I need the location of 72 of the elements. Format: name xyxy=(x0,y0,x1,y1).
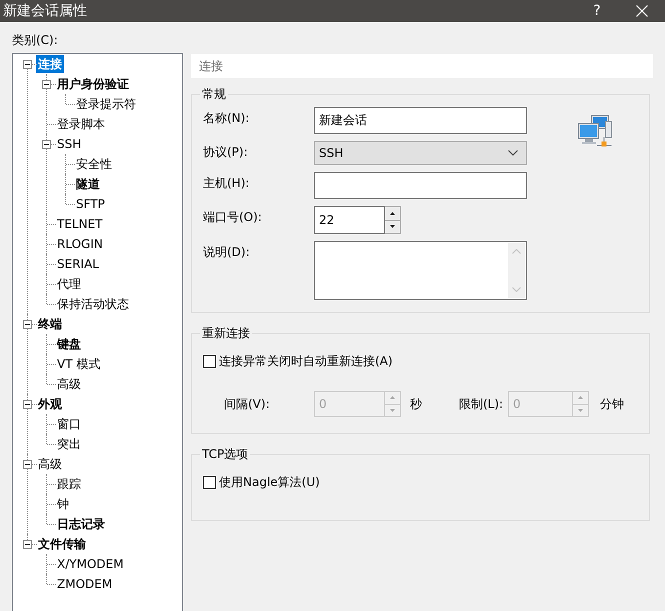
unit-label: 秒 xyxy=(410,396,422,412)
description-field[interactable] xyxy=(314,241,527,300)
tree-item[interactable]: TELNET xyxy=(55,215,104,233)
checkbox[interactable] xyxy=(203,476,216,488)
chevron-down-icon xyxy=(512,287,521,292)
checkbox-label: 连接异常关闭时自动重新连接(A) xyxy=(219,353,393,369)
minus-box-icon[interactable] xyxy=(42,80,51,88)
tree-item[interactable]: 登录提示符 xyxy=(74,95,138,113)
networked-computers-icon xyxy=(578,115,612,148)
window-title: 新建会话属性 xyxy=(3,2,88,21)
field-label: 说明(D): xyxy=(203,244,251,260)
up-triangle-icon xyxy=(390,396,395,400)
minus-box-icon[interactable] xyxy=(42,140,51,148)
unit-label: 分钟 xyxy=(600,396,624,412)
protocol-dropdown[interactable]: SSH xyxy=(314,141,527,165)
field-label: 间隔(V): xyxy=(224,396,271,412)
tree-item[interactable]: 隧道 xyxy=(74,175,102,193)
checkbox[interactable] xyxy=(203,354,216,368)
category-label: 类别(C): xyxy=(12,32,58,49)
tree-item[interactable]: SSH xyxy=(55,135,84,153)
tree-item[interactable]: 终端 xyxy=(36,315,64,333)
field-label: 主机(H): xyxy=(203,175,250,191)
tree-item[interactable]: 日志记录 xyxy=(55,515,107,533)
tree-item[interactable]: 登录脚本 xyxy=(55,115,107,133)
tree-item[interactable]: SFTP xyxy=(74,195,107,213)
text-field[interactable]: 新建会话 xyxy=(314,107,527,134)
tree-item[interactable]: 保持活动状态 xyxy=(55,295,131,313)
chevron-up-icon xyxy=(512,249,521,254)
field-label: 限制(L): xyxy=(459,396,504,412)
tree-item[interactable]: 代理 xyxy=(55,275,83,293)
up-triangle-icon xyxy=(390,212,395,215)
up-triangle-icon xyxy=(578,396,583,400)
field-label: 端口号(O): xyxy=(203,209,263,225)
page-header: 连接 xyxy=(191,54,653,78)
tree-item[interactable]: 高级 xyxy=(55,375,83,393)
close-icon[interactable] xyxy=(636,5,648,17)
tree-item[interactable]: 跟踪 xyxy=(55,475,83,493)
tree-item[interactable]: ZMODEM xyxy=(55,575,114,593)
tree-item[interactable]: 高级 xyxy=(36,455,64,473)
number-field[interactable]: 22 xyxy=(314,206,385,234)
tree-item[interactable]: RLOGIN xyxy=(55,235,105,253)
minus-box-icon[interactable] xyxy=(23,460,32,468)
spin-up-button[interactable] xyxy=(385,206,401,220)
tree-item[interactable]: 突出 xyxy=(55,435,83,453)
text-field[interactable] xyxy=(314,172,527,199)
group-title: 重新连接 xyxy=(201,325,251,341)
down-triangle-icon xyxy=(578,408,583,412)
tree-item[interactable]: VT 模式 xyxy=(55,355,102,373)
tree-item[interactable]: SERIAL xyxy=(55,255,101,273)
group-title: TCP选项 xyxy=(201,446,250,462)
group-title: 常规 xyxy=(201,86,227,102)
minus-box-icon[interactable] xyxy=(23,540,32,548)
field-label: 协议(P): xyxy=(203,144,249,160)
tree-item[interactable]: 连接 xyxy=(36,55,64,73)
checkbox-label: 使用Nagle算法(U) xyxy=(219,474,320,490)
minus-box-icon[interactable] xyxy=(23,60,32,68)
tree-item[interactable]: 文件传输 xyxy=(36,535,88,553)
minus-box-icon[interactable] xyxy=(23,400,32,408)
minus-box-icon[interactable] xyxy=(23,320,32,328)
tree-item[interactable]: 用户身份验证 xyxy=(55,75,131,93)
field-label: 名称(N): xyxy=(203,110,250,126)
help-button[interactable]: ? xyxy=(587,1,607,21)
spin-down-button[interactable] xyxy=(385,220,401,234)
tree-item[interactable]: 键盘 xyxy=(55,335,83,353)
tree-item[interactable]: 安全性 xyxy=(74,155,114,173)
chevron-down-icon xyxy=(508,150,518,156)
tree-item[interactable]: X/YMODEM xyxy=(55,555,126,573)
tree-item[interactable]: 外观 xyxy=(36,395,64,413)
down-triangle-icon xyxy=(390,225,395,228)
down-triangle-icon xyxy=(390,408,395,412)
tree-item[interactable]: 钟 xyxy=(55,495,71,513)
tree-item[interactable]: 窗口 xyxy=(55,415,83,433)
